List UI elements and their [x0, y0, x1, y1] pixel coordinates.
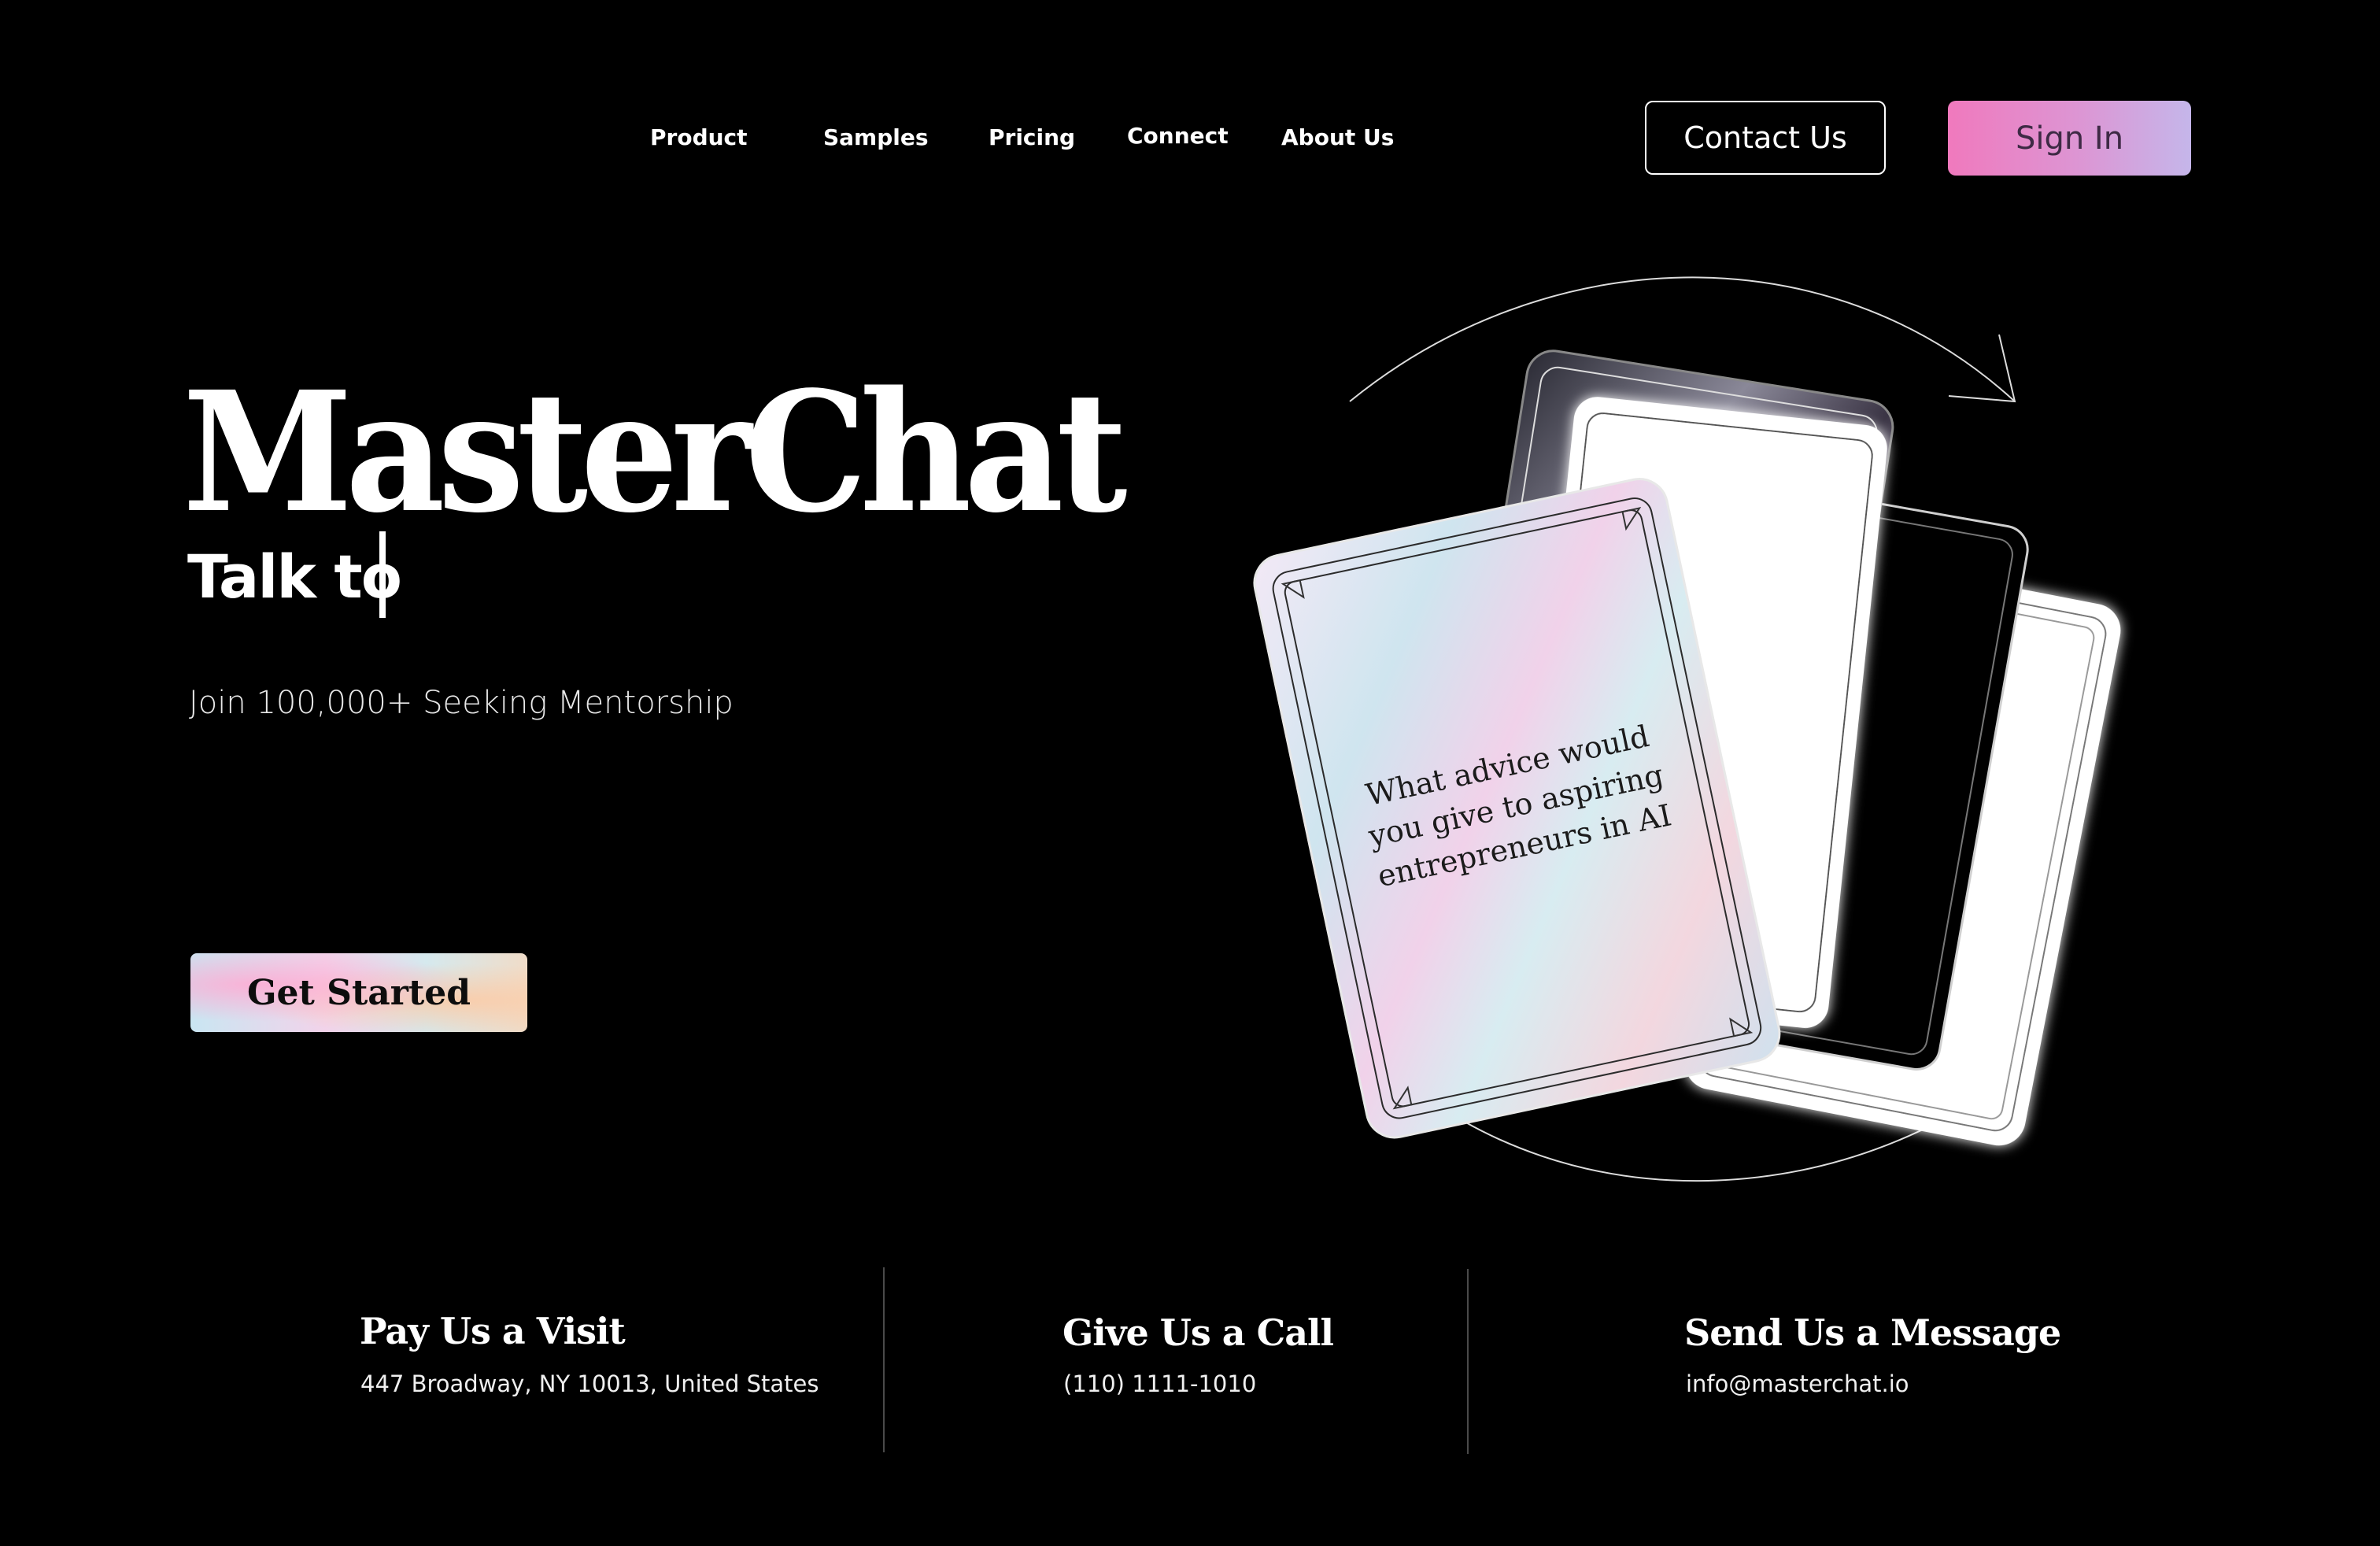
call-title: Give Us a Call [1062, 1311, 1334, 1354]
call-phone[interactable]: (110) 1111-1010 [1063, 1370, 1256, 1397]
nav-pricing[interactable]: Pricing [989, 124, 1075, 150]
divider [883, 1267, 885, 1452]
talk-to-label: Talk to [187, 542, 402, 612]
nav-about-us[interactable]: About Us [1281, 124, 1394, 150]
message-email[interactable]: info@masterchat.io [1686, 1370, 1909, 1397]
get-started-button[interactable]: Get Started [190, 953, 527, 1032]
sign-in-button[interactable]: Sign In [1948, 101, 2191, 176]
card-fan-illustration: What advice would you give to aspiring e… [1253, 276, 2121, 1182]
contact-us-button[interactable]: Contact Us [1645, 101, 1886, 175]
nav-samples[interactable]: Samples [823, 124, 929, 150]
brand-title: MasterChat [183, 355, 1128, 549]
divider [1467, 1269, 1469, 1454]
typing-caret [379, 531, 386, 618]
visit-address: 447 Broadway, NY 10013, United States [360, 1370, 819, 1397]
tagline: Join 100,000+ Seeking Mentorship [189, 685, 734, 721]
nav-connect[interactable]: Connect [1127, 123, 1229, 149]
nav-product[interactable]: Product [650, 124, 748, 150]
visit-title: Pay Us a Visit [360, 1310, 626, 1352]
message-title: Send Us a Message [1684, 1311, 2061, 1354]
